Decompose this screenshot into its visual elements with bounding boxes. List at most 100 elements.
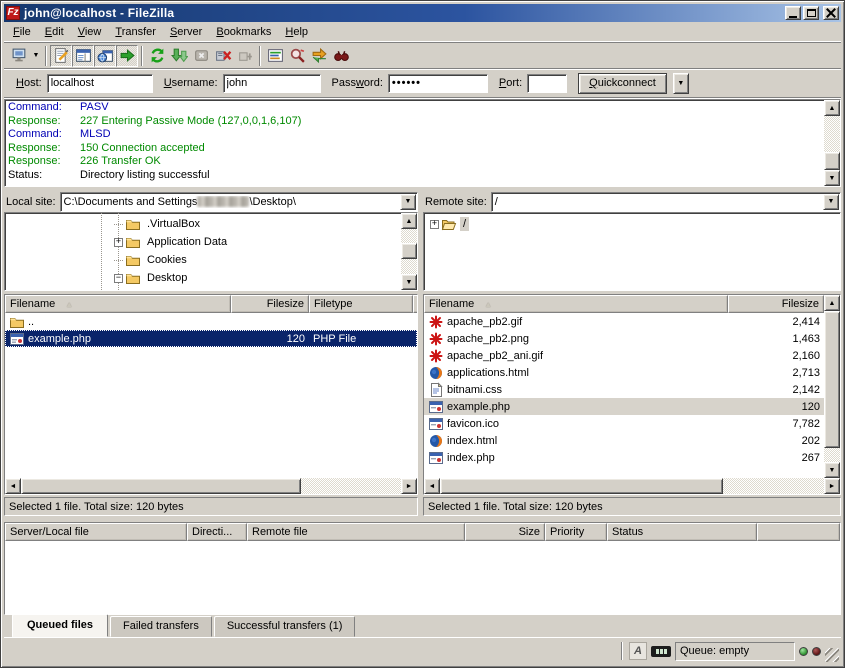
menu-file[interactable]: File bbox=[6, 24, 38, 40]
column-remote-file[interactable]: Remote file bbox=[247, 523, 465, 541]
file-row[interactable]: apache_pb2.gif 2,414 bbox=[424, 313, 824, 330]
refresh-button[interactable] bbox=[146, 45, 168, 67]
directory-comparison-button[interactable] bbox=[286, 45, 308, 67]
quickconnect-button[interactable]: Quickconnect bbox=[578, 73, 667, 94]
tree-item-root[interactable]: + / bbox=[424, 215, 840, 233]
scrollbar-thumb[interactable] bbox=[21, 478, 301, 494]
quickconnect-dropdown[interactable]: ▼ bbox=[673, 73, 689, 94]
minimize-button[interactable] bbox=[785, 6, 801, 20]
expand-icon[interactable]: + bbox=[114, 238, 123, 247]
remote-site-combobox[interactable]: / ▼ bbox=[491, 192, 841, 212]
process-queue-button[interactable] bbox=[168, 45, 190, 67]
port-input[interactable] bbox=[527, 74, 567, 93]
close-button[interactable] bbox=[823, 6, 839, 20]
synchronized-browsing-button[interactable] bbox=[308, 45, 330, 67]
toggle-local-tree-button[interactable] bbox=[72, 45, 94, 67]
scroll-up-button[interactable]: ▲ bbox=[401, 213, 417, 229]
site-manager-dropdown[interactable]: ▼ bbox=[30, 45, 42, 67]
remote-tree: + / bbox=[423, 212, 841, 291]
tree-item-application-data[interactable]: + Application Data bbox=[5, 233, 401, 251]
remote-hscrollbar[interactable]: ◄ ► bbox=[424, 478, 840, 494]
scroll-right-button[interactable]: ► bbox=[401, 478, 417, 494]
menu-transfer[interactable]: Transfer bbox=[108, 24, 163, 40]
tree-item-virtualbox[interactable]: .VirtualBox bbox=[5, 215, 401, 233]
menu-view[interactable]: View bbox=[71, 24, 109, 40]
toggle-queue-button[interactable] bbox=[116, 45, 138, 67]
remote-list-scrollbar[interactable]: ▲ ▼ bbox=[824, 295, 840, 478]
tree-item-desktop[interactable]: − Desktop bbox=[5, 269, 401, 287]
scrollbar-thumb[interactable] bbox=[401, 243, 417, 259]
menu-bookmarks[interactable]: Bookmarks bbox=[209, 24, 278, 40]
scroll-down-button[interactable]: ▼ bbox=[824, 170, 840, 186]
resize-grip[interactable] bbox=[825, 648, 839, 662]
queue-status-panel: Queue: empty bbox=[675, 642, 795, 661]
column-priority[interactable]: Priority bbox=[545, 523, 607, 541]
column-filename[interactable]: Filename▲ bbox=[424, 295, 728, 313]
scroll-down-button[interactable]: ▼ bbox=[824, 462, 840, 478]
column-filename[interactable]: Filename▲ bbox=[5, 295, 231, 313]
find-files-button[interactable] bbox=[330, 45, 352, 67]
local-tree-scrollbar[interactable]: ▲ ▼ bbox=[401, 213, 417, 290]
php-file-icon bbox=[9, 331, 25, 347]
scroll-up-button[interactable]: ▲ bbox=[824, 100, 840, 116]
tree-item-cookies[interactable]: Cookies bbox=[5, 251, 401, 269]
cancel-button[interactable] bbox=[190, 45, 212, 67]
tab-successful-transfers[interactable]: Successful transfers (1) bbox=[214, 616, 356, 637]
filter-button[interactable] bbox=[264, 45, 286, 67]
menu-server[interactable]: Server bbox=[163, 24, 209, 40]
scrollbar-thumb[interactable] bbox=[440, 478, 723, 494]
reconnect-button[interactable] bbox=[234, 45, 256, 67]
scroll-left-button[interactable]: ◄ bbox=[5, 478, 21, 494]
site-manager-button[interactable] bbox=[8, 45, 30, 67]
file-row[interactable]: bitnami.css 2,142 bbox=[424, 381, 824, 398]
file-row[interactable]: apache_pb2.png 1,463 bbox=[424, 330, 824, 347]
scrollbar-thumb[interactable] bbox=[824, 311, 840, 448]
toggle-message-log-button[interactable] bbox=[50, 45, 72, 67]
file-row[interactable]: applications.html 2,713 bbox=[424, 364, 824, 381]
file-row-example-php[interactable]: example.php 120 PHP File 1 bbox=[5, 330, 417, 347]
scroll-left-button[interactable]: ◄ bbox=[424, 478, 440, 494]
close-icon bbox=[826, 8, 836, 18]
html-file-icon bbox=[428, 365, 444, 381]
menu-help[interactable]: Help bbox=[278, 24, 315, 40]
column-status[interactable]: Status bbox=[607, 523, 757, 541]
host-input[interactable] bbox=[47, 74, 153, 93]
column-filetype[interactable]: Filetype bbox=[309, 295, 413, 313]
scroll-right-button[interactable]: ► bbox=[824, 478, 840, 494]
log-scrollbar[interactable]: ▲ ▼ bbox=[824, 100, 840, 186]
column-server-local-file[interactable]: Server/Local file bbox=[5, 523, 187, 541]
file-row[interactable]: favicon.ico 7,782 bbox=[424, 415, 824, 432]
scrollbar-thumb[interactable] bbox=[824, 152, 840, 170]
remote-site-dropdown[interactable]: ▼ bbox=[823, 194, 839, 210]
expand-icon[interactable]: + bbox=[430, 220, 439, 229]
local-site-dropdown[interactable]: ▼ bbox=[400, 194, 416, 210]
collapse-icon[interactable]: − bbox=[114, 274, 123, 283]
scroll-up-button[interactable]: ▲ bbox=[824, 295, 840, 311]
menu-bar: File Edit View Transfer Server Bookmarks… bbox=[4, 22, 841, 42]
tab-failed-transfers[interactable]: Failed transfers bbox=[110, 616, 212, 637]
file-row[interactable]: index.html 202 bbox=[424, 432, 824, 449]
maximize-button[interactable] bbox=[803, 6, 819, 20]
scroll-down-button[interactable]: ▼ bbox=[401, 274, 417, 290]
username-input[interactable] bbox=[223, 74, 321, 93]
file-row[interactable]: apache_pb2_ani.gif 2,160 bbox=[424, 347, 824, 364]
local-hscrollbar[interactable]: ◄ ► bbox=[5, 478, 417, 494]
column-last-modified[interactable]: L bbox=[413, 295, 417, 313]
menu-edit[interactable]: Edit bbox=[38, 24, 71, 40]
toggle-remote-tree-button[interactable] bbox=[94, 45, 116, 67]
ico-file-icon bbox=[428, 416, 444, 432]
password-input[interactable] bbox=[388, 74, 488, 93]
file-row-parent[interactable]: .. bbox=[5, 313, 417, 330]
statusbar-separator bbox=[621, 642, 623, 660]
file-row-example-php[interactable]: example.php 120 bbox=[424, 398, 824, 415]
column-filesize[interactable]: Filesize bbox=[728, 295, 824, 313]
queue-list[interactable] bbox=[5, 541, 840, 614]
column-direction[interactable]: Directi... bbox=[187, 523, 247, 541]
host-label: Host: bbox=[16, 77, 42, 89]
disconnect-button[interactable] bbox=[212, 45, 234, 67]
column-size[interactable]: Size bbox=[465, 523, 545, 541]
column-filesize[interactable]: Filesize bbox=[231, 295, 309, 313]
tab-queued-files[interactable]: Queued files bbox=[12, 614, 108, 637]
local-site-combobox[interactable]: C:\Documents and Settings\Desktop\ ▼ bbox=[60, 192, 418, 212]
file-row[interactable]: index.php 267 bbox=[424, 449, 824, 466]
